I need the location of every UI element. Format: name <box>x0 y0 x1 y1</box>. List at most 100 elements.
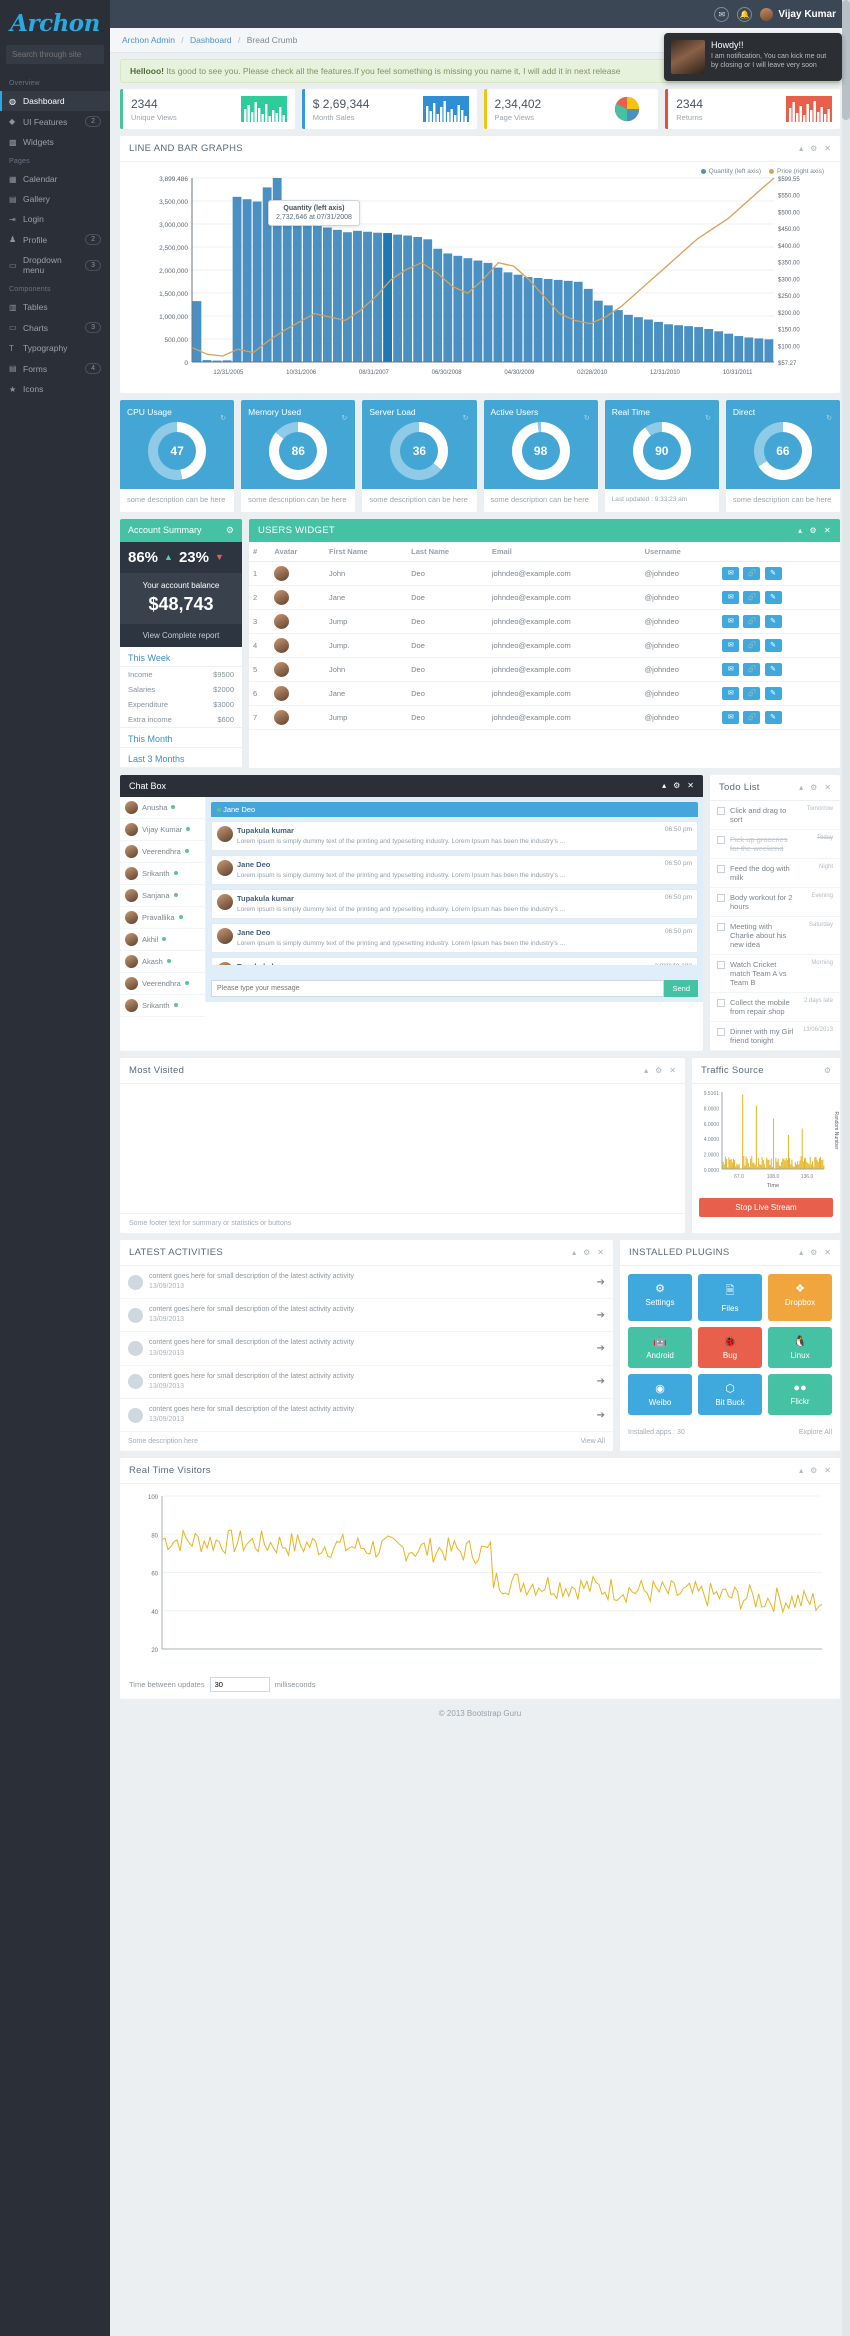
breadcrumb-item-0[interactable]: Archon Admin <box>122 35 175 45</box>
todo-item[interactable]: Dinner with my Girl friend tonight 13/06… <box>710 1022 840 1051</box>
close-icon[interactable]: ✕ <box>669 1066 676 1075</box>
chat-user-item[interactable]: Srikanth <box>120 863 205 885</box>
row-actions[interactable]: ✉ 🔗 ✎ <box>718 657 840 682</box>
gear-icon[interactable]: ⚙ <box>810 1248 817 1257</box>
view-all-link[interactable]: View All <box>581 1438 605 1445</box>
mail-action-icon[interactable]: ✉ <box>722 638 740 652</box>
sidebar-item-gallery[interactable]: ▤ Gallery <box>0 189 110 209</box>
page-scrollbar[interactable] <box>842 0 850 2336</box>
search-input[interactable] <box>6 45 104 64</box>
refresh-icon[interactable]: ↻ <box>584 414 590 422</box>
chat-user-item[interactable]: Veerendhra <box>120 841 205 863</box>
edit-action-icon[interactable]: ✎ <box>764 638 782 652</box>
todo-item[interactable]: Watch Cricket match Team A vs Team B Mor… <box>710 955 840 993</box>
table-row[interactable]: 6 Jane Deo johndeo@example.com @johndeo … <box>249 681 840 706</box>
list-item[interactable]: content goes here for small description … <box>120 1299 613 1333</box>
stop-live-stream-button[interactable]: Stop Live Stream <box>699 1197 833 1217</box>
stat-card-page-views[interactable]: 2,34,402 Page Views <box>483 89 659 129</box>
collapse-icon[interactable]: ▴ <box>644 1066 648 1075</box>
edit-action-icon[interactable]: ✎ <box>764 614 782 628</box>
todo-checkbox[interactable] <box>717 960 725 969</box>
row-actions[interactable]: ✉ 🔗 ✎ <box>718 633 840 658</box>
sidebar-item-charts[interactable]: ▭ Charts 3 <box>0 317 110 338</box>
gear-icon[interactable]: ⚙ <box>673 781 680 791</box>
table-row[interactable]: 3 Jump Deo johndeo@example.com @johndeo … <box>249 609 840 634</box>
link-action-icon[interactable]: 🔗 <box>743 662 761 676</box>
chat-user-item[interactable]: Srikanth <box>120 995 205 1017</box>
table-row[interactable]: 4 Jump. Doe johndeo@example.com @johndeo… <box>249 633 840 658</box>
chat-user-item[interactable]: Pravallika <box>120 907 205 929</box>
circle-widget-memory-used[interactable]: Memory Used ↻ 86 some description can be… <box>241 400 356 512</box>
breadcrumb-item-1[interactable]: Dashboard <box>190 35 232 45</box>
edit-action-icon[interactable]: ✎ <box>764 662 782 676</box>
close-icon[interactable]: ✕ <box>824 144 831 153</box>
close-icon[interactable]: ✕ <box>824 1466 831 1475</box>
gear-icon[interactable]: ⚙ <box>226 525 234 536</box>
circle-widget-server-load[interactable]: Server Load ↻ 36 some description can be… <box>362 400 477 512</box>
edit-action-icon[interactable]: ✎ <box>764 710 782 724</box>
circle-widget-active-users[interactable]: Active Users ↻ 98 some description can b… <box>483 400 598 512</box>
edit-action-icon[interactable]: ✎ <box>764 686 782 700</box>
mail-action-icon[interactable]: ✉ <box>722 686 740 700</box>
todo-checkbox[interactable] <box>717 864 725 873</box>
gear-icon[interactable]: ⚙ <box>810 144 817 153</box>
plugin-tile-bit-buck[interactable]: ⬡ Bit Buck <box>698 1373 762 1415</box>
plugin-tile-files[interactable]: 🗎 Files <box>698 1273 762 1321</box>
explore-all-link[interactable]: Explore All <box>799 1429 832 1436</box>
plugin-tile-weibo[interactable]: ◉ Weibo <box>628 1373 692 1415</box>
stat-card-month-sales[interactable]: $ 2,69,344 Month Sales <box>301 89 477 129</box>
mail-action-icon[interactable]: ✉ <box>722 614 740 628</box>
row-actions[interactable]: ✉ 🔗 ✎ <box>718 585 840 610</box>
last-3-months-label[interactable]: Last 3 Months <box>120 748 242 768</box>
collapse-icon[interactable]: ▴ <box>799 144 803 153</box>
sidebar-item-login[interactable]: ⇥ Login <box>0 209 110 229</box>
plugin-tile-bug[interactable]: 🐞 Bug <box>698 1326 762 1368</box>
circle-widget-direct[interactable]: Direct ↻ 66 some description can be here <box>725 400 841 512</box>
refresh-icon[interactable]: ↻ <box>826 414 832 422</box>
list-item[interactable]: content goes here for small description … <box>120 1399 613 1433</box>
plugin-tile-android[interactable]: 🤖 Android <box>628 1326 692 1368</box>
close-icon[interactable]: ✕ <box>687 781 694 791</box>
table-row[interactable]: 7 Jump Deo johndeo@example.com @johndeo … <box>249 705 840 730</box>
link-action-icon[interactable]: 🔗 <box>743 638 761 652</box>
link-action-icon[interactable]: 🔗 <box>743 710 761 724</box>
list-item[interactable]: content goes here for small description … <box>120 1366 613 1399</box>
todo-checkbox[interactable] <box>717 806 725 815</box>
todo-item[interactable]: Collect the mobile from repair shop 2 da… <box>710 993 840 1022</box>
row-actions[interactable]: ✉ 🔗 ✎ <box>718 705 840 730</box>
todo-checkbox[interactable] <box>717 893 725 902</box>
close-icon[interactable]: ✕ <box>824 526 831 535</box>
chat-input-group[interactable]: Send <box>211 979 698 997</box>
table-row[interactable]: 2 Jane Doe johndeo@example.com @johndeo … <box>249 585 840 610</box>
mail-action-icon[interactable]: ✉ <box>722 590 740 604</box>
plugin-tile-settings[interactable]: ⚙ Settings <box>628 1273 692 1321</box>
chat-input[interactable] <box>211 979 665 997</box>
row-actions[interactable]: ✉ 🔗 ✎ <box>718 609 840 634</box>
gear-icon[interactable]: ⚙ <box>583 1248 590 1257</box>
collapse-icon[interactable]: ▴ <box>572 1248 576 1257</box>
sidebar-item-tables[interactable]: ▥ Tables <box>0 297 110 317</box>
circle-widget-cpu-usage[interactable]: CPU Usage ↻ 47 some description can be h… <box>120 400 235 512</box>
arrow-right-icon[interactable]: ➔ <box>597 1343 605 1354</box>
edit-action-icon[interactable]: ✎ <box>764 590 782 604</box>
gear-icon[interactable]: ⚙ <box>810 783 817 792</box>
mail-action-icon[interactable]: ✉ <box>722 662 740 676</box>
chat-user-item[interactable]: Sanjana <box>120 885 205 907</box>
todo-checkbox[interactable] <box>717 998 725 1007</box>
sidebar-item-profile[interactable]: ♟ Profile 2 <box>0 229 110 250</box>
arrow-right-icon[interactable]: ➔ <box>597 1376 605 1387</box>
arrow-right-icon[interactable]: ➔ <box>597 1277 605 1288</box>
chat-user-item[interactable]: Akash <box>120 951 205 973</box>
chat-user-list[interactable]: Anusha Vijay Kumar Veerendhra Srikanth S… <box>120 796 206 1017</box>
sidebar-item-dropdown-menu[interactable]: ▭ Dropdown menu 3 <box>0 250 110 280</box>
send-button[interactable]: Send <box>664 979 698 997</box>
chat-user-item[interactable]: Anusha <box>120 797 205 819</box>
plugin-tile-linux[interactable]: 🐧 Linux <box>768 1326 832 1368</box>
sidebar-item-dashboard[interactable]: ◍ Dashboard <box>0 91 110 111</box>
todo-checkbox[interactable] <box>717 835 725 844</box>
refresh-icon[interactable]: ↻ <box>220 414 226 422</box>
refresh-icon[interactable]: ↻ <box>705 414 711 422</box>
sidebar-item-typography[interactable]: T Typography <box>0 338 110 358</box>
close-icon[interactable]: ✕ <box>597 1248 604 1257</box>
bell-icon[interactable]: 🔔 <box>737 6 753 22</box>
